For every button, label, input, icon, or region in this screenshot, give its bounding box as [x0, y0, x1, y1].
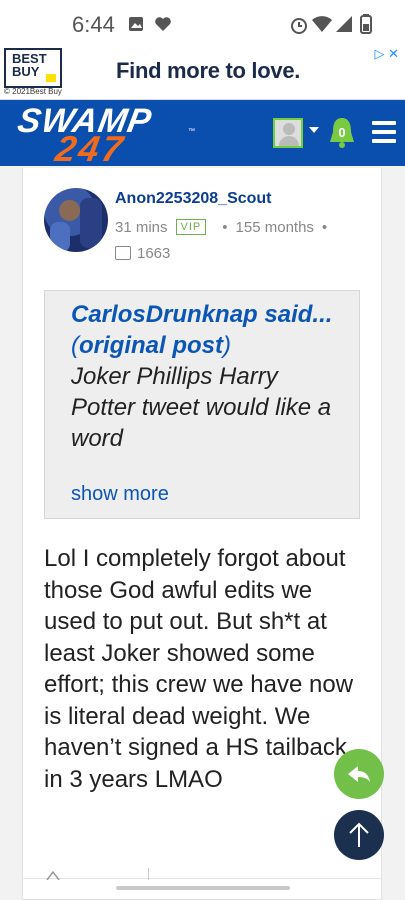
- arrow-up-icon: [349, 822, 369, 847]
- post-footer-divider: [22, 878, 382, 879]
- chevron-down-icon[interactable]: [309, 127, 319, 133]
- ad-close-icon[interactable]: ▷ ✕: [374, 46, 399, 62]
- author-username[interactable]: Anon2253208_Scout: [115, 190, 272, 208]
- ad-headline[interactable]: Find more to love.: [116, 58, 300, 84]
- vip-badge: VIP: [175, 219, 207, 235]
- quote-text: Joker Phillips Harry Potter tweet would …: [71, 363, 332, 452]
- logo-tag-icon: [46, 74, 56, 82]
- footer-separator: [148, 868, 149, 880]
- gesture-bar: [116, 886, 290, 890]
- show-more-link[interactable]: show more: [71, 483, 169, 506]
- quote-author: CarlosDrunknap said... (original post): [71, 301, 333, 359]
- scroll-top-button[interactable]: [334, 810, 384, 860]
- post-meta: 31 mins VIP • 155 months •: [115, 219, 328, 236]
- wifi-icon: [312, 16, 332, 32]
- battery-icon: [360, 14, 372, 34]
- ad-banner[interactable]: BEST BUY © 2021Best Buy Find more to love…: [0, 44, 405, 100]
- like-icon[interactable]: [45, 870, 61, 880]
- original-post-link[interactable]: original post: [79, 332, 223, 359]
- post-time: 31 mins: [115, 219, 168, 236]
- post-body: Lol I completely forgot about those God …: [44, 545, 354, 793]
- notification-bell-icon[interactable]: 0: [328, 116, 356, 150]
- image-notification-icon: [129, 17, 143, 31]
- quote-author-link[interactable]: CarlosDrunknap said...: [71, 301, 332, 328]
- quote-block: CarlosDrunknap said... (original post) J…: [44, 290, 360, 519]
- bestbuy-logo: BEST BUY: [4, 48, 62, 88]
- heart-notification-icon: [155, 17, 171, 31]
- hamburger-menu-icon[interactable]: [372, 121, 396, 148]
- status-time: 6:44: [72, 12, 115, 37]
- alarm-icon: [291, 18, 307, 34]
- post-count: 1663: [115, 245, 170, 262]
- member-tenure: 155 months: [235, 219, 314, 236]
- notification-count: 0: [338, 125, 345, 140]
- user-avatar-button[interactable]: [273, 118, 303, 148]
- reply-button[interactable]: [334, 749, 384, 799]
- brand-logo-bottom[interactable]: 247: [52, 128, 128, 170]
- signal-icon: [336, 16, 352, 32]
- reply-icon: [348, 766, 370, 782]
- comment-icon: [115, 246, 131, 260]
- ad-copyright: © 2021Best Buy: [4, 87, 62, 96]
- status-bar: 6:44: [0, 0, 405, 44]
- author-avatar[interactable]: [44, 188, 108, 252]
